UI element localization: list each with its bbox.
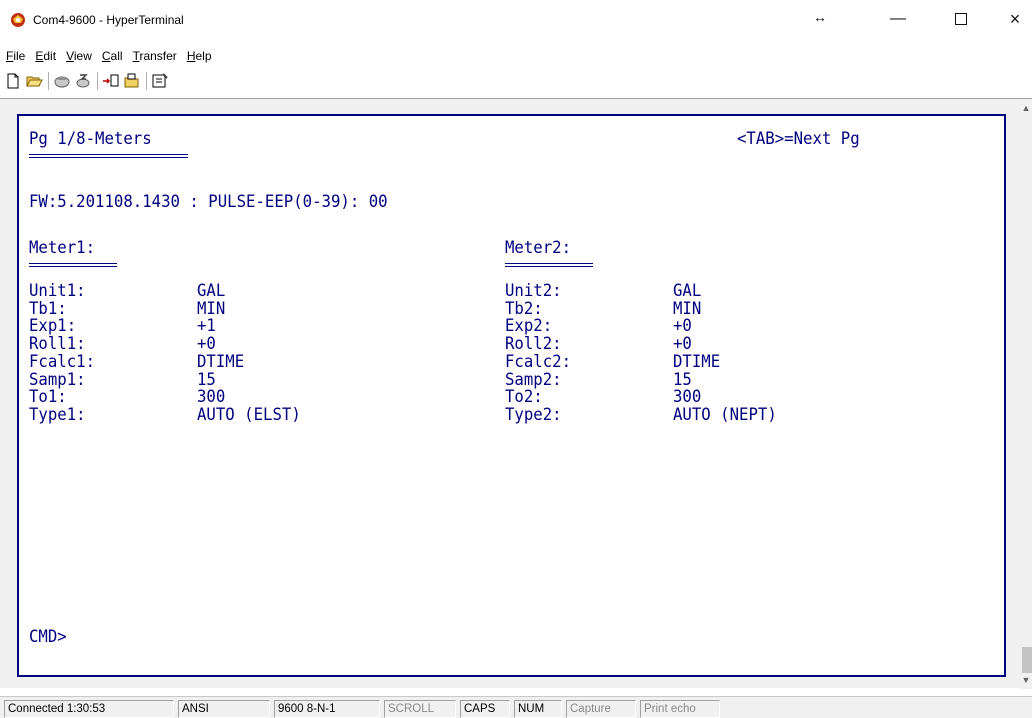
minimize-button[interactable]: — [885,6,911,32]
meter1-field-label: Tb1: [29,298,67,318]
meter2-field-value: DTIME [673,351,721,371]
meter2-field-label: Exp2: [505,316,553,336]
receive-file-icon[interactable] [123,72,141,90]
status-scroll: SCROLL [384,700,456,718]
meter2-field-label: Tb2: [505,298,543,318]
resize-arrows-icon[interactable]: ↔ [807,4,833,30]
meter2-heading: Meter2: [505,238,572,257]
meter2-field-label: Roll2: [505,334,562,354]
command-prompt: CMD> [29,627,67,646]
hyperterminal-app-icon [11,13,25,27]
toolbar-separator [146,72,147,90]
scroll-down-arrow-icon[interactable]: ▼ [1020,675,1032,687]
toolbar-separator [97,72,98,90]
meter2-field-value: MIN [673,298,702,318]
status-bar: Connected 1:30:53 ANSI 9600 8-N-1 SCROLL… [0,696,1032,718]
terminal-screen[interactable]: Pg 1/8-Meters <TAB>=Next Pg FW:5.201108.… [17,114,1006,677]
meter2-field-label: Type2: [505,404,562,424]
close-button[interactable]: × [1002,6,1028,32]
maximize-button[interactable] [948,6,974,32]
meter2-field-value: +0 [673,316,692,336]
menu-file[interactable]: File [0,46,30,66]
meter2-field-label: Fcalc2: [505,351,572,371]
meter1-underline [29,263,117,267]
meter1-field-value: MIN [197,298,226,318]
meter1-heading: Meter1: [29,238,96,257]
toolbar-separator [48,72,49,90]
meter2-field-value: GAL [673,281,702,300]
meter1-field-value: 300 [197,387,226,407]
meter2-field-label: Unit2: [505,281,562,300]
meter1-field-value: DTIME [197,351,245,371]
status-print-echo: Print echo [640,700,720,718]
meter1-field-label: Samp1: [29,369,86,389]
page-title-underline [29,154,188,158]
status-caps: CAPS [460,700,510,718]
meter1-field-label: Unit1: [29,281,86,300]
meter1-field-value: AUTO (ELST) [197,404,301,424]
scroll-up-arrow-icon[interactable]: ▲ [1020,103,1032,115]
meter2-field-label: To2: [505,387,543,407]
page-title: Pg 1/8-Meters [29,129,152,148]
meter2-underline [505,263,593,267]
meter1-field-label: Type1: [29,404,86,424]
window-title: Com4-9600 - HyperTerminal [33,13,184,27]
menu-help[interactable]: Help [182,46,217,66]
menu-bar: File Edit View Call Transfer Help [0,46,217,66]
call-phone-icon[interactable] [53,72,71,90]
status-settings: 9600 8-N-1 [274,700,380,718]
meter2-field-value: AUTO (NEPT) [673,404,777,424]
menu-view[interactable]: View [61,46,97,66]
disconnect-icon[interactable] [74,72,92,90]
menu-edit[interactable]: Edit [30,46,61,66]
new-file-icon[interactable] [4,72,22,90]
menu-transfer[interactable]: Transfer [128,46,182,66]
meter2-field-label: Samp2: [505,369,562,389]
firmware-line: FW:5.201108.1430 : PULSE-EEP(0-39): 00 [29,192,388,211]
next-page-hint: <TAB>=Next Pg [737,129,860,148]
meter1-field-value: GAL [197,281,226,300]
scrollbar-thumb[interactable] [1022,647,1032,673]
meter1-field-label: Roll1: [29,334,86,354]
meter1-field-label: Exp1: [29,316,77,336]
meter2-field-value: 300 [673,387,702,407]
menu-call[interactable]: Call [97,46,128,66]
meter2-field-value: 15 [673,369,692,389]
meter1-field-value: +0 [197,334,216,354]
terminal-area: Pg 1/8-Meters <TAB>=Next Pg FW:5.201108.… [0,98,1032,689]
status-num: NUM [514,700,562,718]
vertical-scrollbar[interactable]: ▲ ▼ [1020,99,1032,689]
meter1-field-value: +1 [197,316,216,336]
status-connected: Connected 1:30:53 [4,700,174,718]
status-emulation: ANSI [178,700,270,718]
meter1-field-value: 15 [197,369,216,389]
toolbar [0,68,1032,94]
open-folder-icon[interactable] [25,72,43,90]
status-capture: Capture [566,700,636,718]
meter2-field-value: +0 [673,334,692,354]
title-bar: Com4-9600 - HyperTerminal ↔ — × [0,0,1032,38]
send-file-icon[interactable] [102,72,120,90]
meter1-field-label: To1: [29,387,67,407]
meter1-field-label: Fcalc1: [29,351,96,371]
properties-icon[interactable] [151,72,169,90]
